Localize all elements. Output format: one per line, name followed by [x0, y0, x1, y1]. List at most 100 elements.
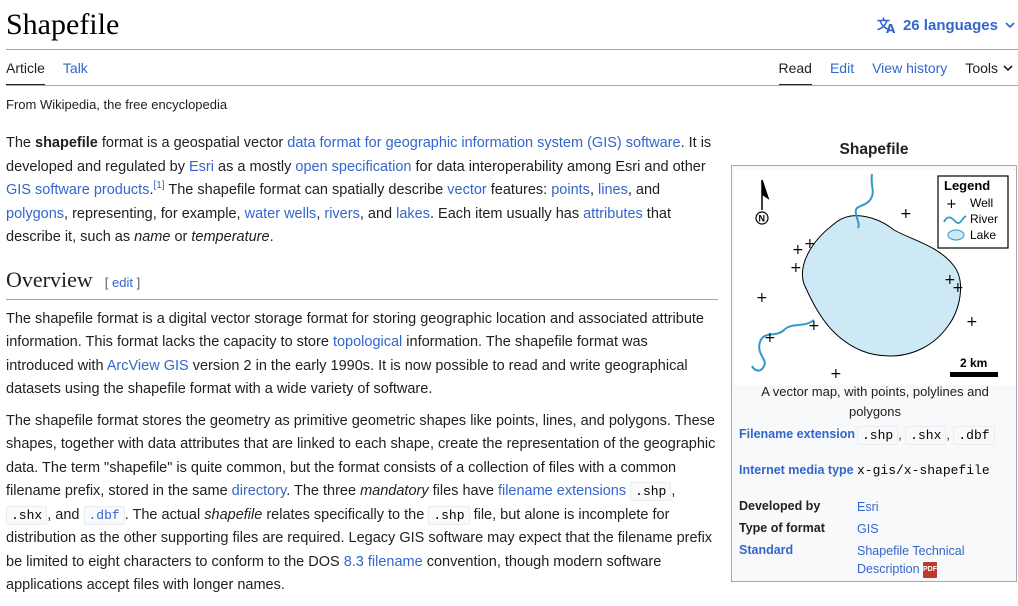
tab-edit[interactable]: Edit — [830, 60, 854, 76]
infobox-row-media-type: Internet media type x-gis/x-shapefile — [739, 462, 1013, 480]
well-point: + — [764, 330, 776, 346]
legend-river: River — [970, 212, 998, 226]
vector-map: N + + + + + + + + + + + Legend + Well Ri… — [751, 173, 1009, 382]
well-icon: + — [946, 197, 957, 212]
bracket: ] — [132, 274, 141, 290]
developed-by-label: Developed by — [739, 499, 821, 513]
link-esri[interactable]: Esri — [189, 159, 214, 175]
text: The shapefile format can spatially descr… — [164, 182, 448, 198]
code-shp: .shp — [630, 482, 672, 501]
text: . — [269, 229, 274, 245]
italic-term: name — [134, 229, 171, 245]
well-point: + — [808, 318, 820, 334]
text: relates specifically to the — [262, 506, 429, 523]
lake-icon — [947, 229, 965, 241]
namespace-tabs: Article Talk — [6, 50, 718, 86]
legend-lake: Lake — [970, 228, 996, 242]
text: features: — [486, 182, 552, 198]
text: , and — [627, 182, 661, 198]
infobox-row-format-type: Type of format GIS — [739, 520, 1013, 538]
standard-link[interactable]: Shapefile Technical Description — [857, 544, 964, 576]
well-point: + — [804, 236, 816, 252]
link-topological[interactable]: topological — [333, 334, 402, 350]
north-label: N — [759, 214, 766, 224]
link-rivers[interactable]: rivers — [324, 206, 359, 222]
tools-menu[interactable]: Tools — [965, 60, 1014, 76]
link-lakes[interactable]: lakes — [396, 206, 430, 222]
infobox: N + + + + + + + + + + + Legend + Well Ri… — [731, 165, 1017, 582]
text: , representing, for example, — [64, 205, 245, 222]
river-west — [751, 319, 815, 372]
text: The — [6, 135, 36, 151]
link-points[interactable]: points — [551, 182, 590, 198]
page-header: Shapefile 文 A 26 languages — [6, 0, 1018, 50]
link-polygons[interactable]: polygons — [6, 206, 64, 222]
code-dbf[interactable]: .dbf — [83, 505, 125, 525]
text: files have — [428, 483, 498, 499]
text: for data interoperability among Esri and… — [411, 158, 706, 175]
text: , and — [359, 205, 397, 222]
code-shp: .shp — [428, 505, 470, 525]
standard-label[interactable]: Standard — [739, 542, 857, 578]
filename-extension-values: .shp, .shx, .dbf — [857, 426, 1013, 445]
developer-link[interactable]: Esri — [857, 500, 879, 514]
scale-bar: 2 km — [950, 356, 998, 377]
italic-term: shapefile — [204, 506, 263, 523]
infobox-title: Shapefile — [839, 141, 909, 158]
link-lines[interactable]: lines — [598, 182, 628, 198]
infobox-row-standard: Standard Shapefile Technical Description… — [739, 542, 1013, 578]
link-water-wells[interactable]: water wells — [245, 206, 317, 222]
format-type-link[interactable]: GIS — [857, 522, 879, 536]
intro-paragraph: The shapefile format is a geospatial vec… — [6, 132, 718, 250]
overview-paragraph-2: The shapefile format stores the geometry… — [6, 410, 718, 598]
north-arrow-icon: N — [755, 179, 770, 225]
tab-read[interactable]: Read — [778, 50, 812, 86]
tools-label: Tools — [965, 60, 998, 76]
type-of-format-label: Type of format — [739, 521, 825, 535]
infobox-map-image[interactable]: N + + + + + + + + + + + Legend + Well Ri… — [734, 170, 1016, 385]
ext-dbf: .dbf — [953, 426, 995, 445]
chevron-down-icon — [1005, 22, 1015, 29]
link-arcview-gis[interactable]: ArcView GIS — [107, 358, 189, 374]
link-open-specification[interactable]: open specification — [295, 159, 411, 175]
tabs-divider — [6, 85, 1018, 86]
link-vector[interactable]: vector — [447, 182, 487, 198]
scale-label: 2 km — [960, 356, 987, 370]
translate-icon: 文 A — [877, 17, 896, 34]
pdf-icon: PDF — [923, 561, 938, 578]
section-heading-overview: Overview [ edit ] — [6, 266, 718, 300]
tab-talk[interactable]: Talk — [63, 60, 88, 76]
link-directory[interactable]: directory — [232, 483, 287, 499]
ext-shp: .shp — [857, 426, 899, 445]
text: as a mostly — [214, 158, 296, 175]
link-gis-software[interactable]: GIS software products — [6, 182, 149, 198]
well-point: + — [952, 280, 964, 296]
well-point: + — [830, 366, 842, 382]
languages-button[interactable]: 文 A 26 languages — [877, 16, 1016, 34]
page-title: Shapefile — [6, 8, 120, 41]
tab-article[interactable]: Article — [6, 50, 45, 86]
view-tabs: Read Edit View history Tools — [778, 50, 1015, 86]
text: format is a geospatial vector — [97, 135, 288, 151]
media-type-label[interactable]: Internet media type — [739, 462, 857, 480]
svg-text:A: A — [886, 22, 896, 34]
link-attributes[interactable]: attributes — [583, 206, 643, 222]
tab-view-history[interactable]: View history — [872, 60, 947, 76]
map-legend: Legend + Well River Lake — [937, 175, 1009, 249]
edit-section-link[interactable]: edit — [112, 275, 133, 290]
languages-label: 26 languages — [902, 16, 998, 34]
well-point: + — [790, 260, 802, 276]
media-type-value: x-gis/x-shapefile — [857, 463, 990, 478]
section-edit: [ edit ] — [105, 269, 140, 297]
well-point: + — [900, 206, 912, 222]
link-data-format[interactable]: data format for geographic information s… — [287, 135, 680, 151]
text: . The actual — [124, 506, 205, 523]
text: , and — [47, 506, 84, 523]
link-8-3-filename[interactable]: 8.3 filename — [344, 554, 423, 570]
infobox-caption: A vector map, with points, polylines and… — [761, 384, 989, 419]
well-point: + — [792, 242, 804, 258]
link-filename-extensions[interactable]: filename extensions — [498, 483, 626, 499]
italic-term: temperature — [191, 229, 270, 245]
reference-link[interactable]: [1] — [153, 180, 164, 191]
filename-extension-label[interactable]: Filename extension — [739, 426, 857, 445]
